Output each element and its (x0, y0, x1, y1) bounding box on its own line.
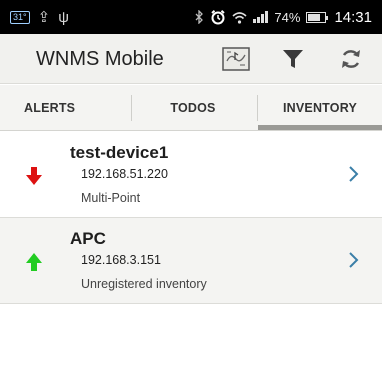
wifi-icon (232, 11, 247, 24)
battery-percent: 74% (274, 9, 301, 25)
device-ip: 192.168.3.151 (81, 253, 161, 267)
device-name: APC (70, 229, 106, 248)
tab-alerts[interactable]: ALERTS (0, 85, 128, 131)
signal-strength-icon (253, 11, 269, 23)
action-bar: WNMS Mobile (0, 34, 382, 84)
tab-bar: ALERTS TODOS INVENTORY (0, 85, 382, 131)
status-bar: 31° ⇪ ψ 74% 14:31 (0, 0, 382, 34)
status-bar-system: 74% 14:31 (195, 0, 372, 34)
refresh-icon (342, 50, 360, 68)
map-icon (222, 47, 250, 71)
usb-icon: ψ (58, 8, 69, 26)
upload-icon: ⇪ (37, 8, 51, 26)
filter-icon (283, 50, 303, 68)
chevron-right-icon (349, 252, 359, 268)
map-button[interactable] (219, 42, 253, 76)
filter-button[interactable] (276, 42, 310, 76)
device-description: Unregistered inventory (81, 277, 207, 291)
device-name: test-device1 (70, 143, 169, 162)
arrow-up-icon (26, 253, 42, 271)
app-title: WNMS Mobile (36, 48, 164, 70)
list-item[interactable]: APC 192.168.3.151 Unregistered inventory (0, 218, 382, 304)
tab-todos[interactable]: TODOS (130, 85, 256, 131)
status-bar-notifications: 31° ⇪ ψ (10, 0, 69, 34)
device-description: Multi-Point (81, 191, 141, 205)
battery-icon (306, 11, 329, 23)
inventory-list: test-device1 192.168.51.220 Multi-Point … (0, 132, 382, 304)
alarm-icon (211, 10, 226, 25)
bluetooth-icon (195, 10, 204, 24)
refresh-button[interactable] (334, 42, 368, 76)
list-item[interactable]: test-device1 192.168.51.220 Multi-Point (0, 132, 382, 218)
device-ip: 192.168.51.220 (81, 167, 168, 181)
clock: 14:31 (334, 8, 372, 26)
chevron-right-icon (349, 166, 359, 182)
arrow-down-icon (26, 167, 42, 185)
calendar-notification: 31° (10, 10, 30, 24)
selected-tab-indicator (258, 125, 382, 130)
